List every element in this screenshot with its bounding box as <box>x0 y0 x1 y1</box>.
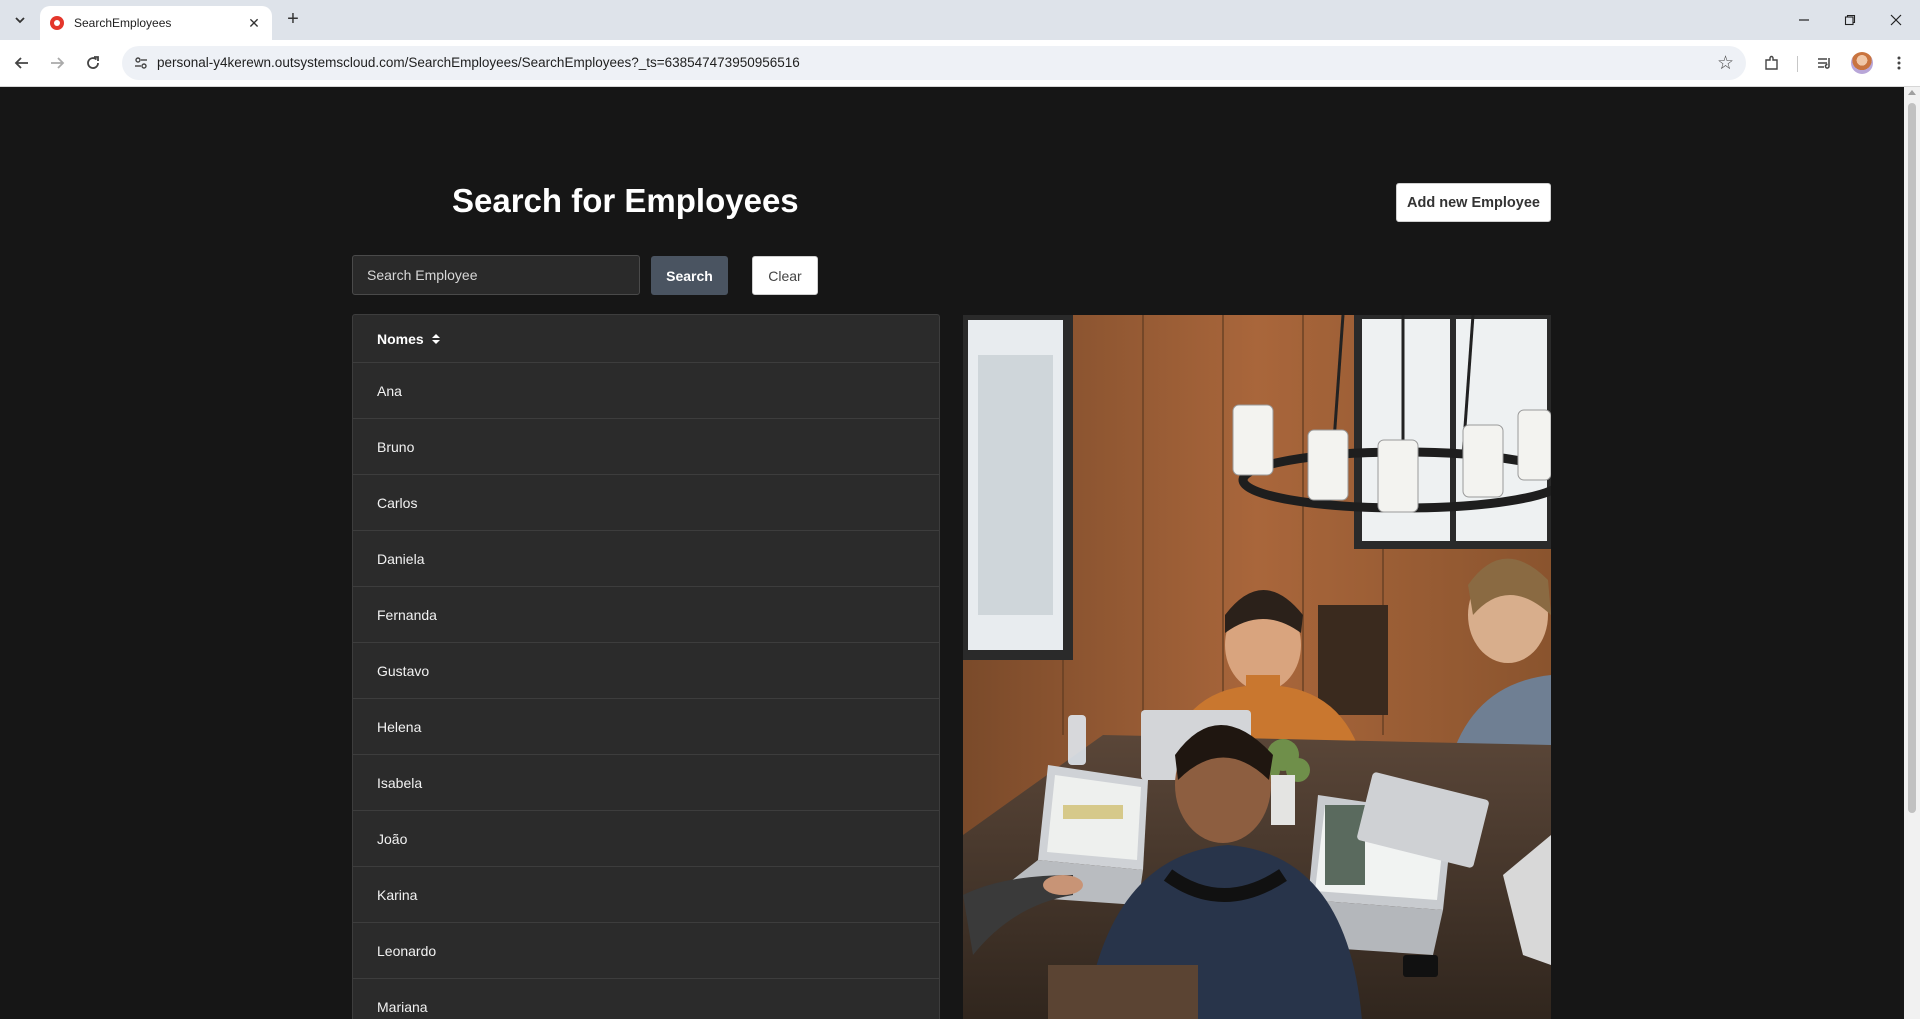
toolbar-separator <box>1797 56 1798 72</box>
sort-icon[interactable] <box>431 333 440 344</box>
table-row[interactable]: Carlos <box>353 475 939 531</box>
address-bar[interactable]: personal-y4kerewn.outsystemscloud.com/Se… <box>122 46 1746 80</box>
url-text[interactable]: personal-y4kerewn.outsystemscloud.com/Se… <box>157 55 800 70</box>
employees-table: Nomes Ana Bruno Carlos Daniela Fernanda … <box>352 314 940 1019</box>
office-team-photo <box>963 315 1551 1019</box>
browser-toolbar: personal-y4kerewn.outsystemscloud.com/Se… <box>0 40 1920 87</box>
table-row[interactable]: Karina <box>353 867 939 923</box>
browser-tab[interactable]: SearchEmployees ✕ <box>40 6 272 40</box>
scrollbar-thumb[interactable] <box>1908 103 1916 813</box>
table-row[interactable]: Fernanda <box>353 587 939 643</box>
media-controls-icon[interactable] <box>1813 51 1837 75</box>
site-settings-icon[interactable] <box>132 54 150 72</box>
table-row[interactable]: Gustavo <box>353 643 939 699</box>
table-row[interactable]: João <box>353 811 939 867</box>
bookmark-star-icon[interactable]: ☆ <box>1717 52 1734 75</box>
tab-search-chevron-icon[interactable] <box>8 8 32 32</box>
scroll-up-arrow-icon[interactable] <box>1908 90 1916 95</box>
close-tab-icon[interactable]: ✕ <box>246 15 262 31</box>
outsystems-favicon-icon <box>50 16 64 30</box>
search-input[interactable] <box>352 255 640 295</box>
column-header-nomes[interactable]: Nomes <box>377 331 424 347</box>
table-row[interactable]: Ana <box>353 363 939 419</box>
add-new-employee-button[interactable]: Add new Employee <box>1396 183 1551 222</box>
close-window-icon[interactable] <box>1884 8 1908 32</box>
clear-button[interactable]: Clear <box>752 256 818 295</box>
new-tab-plus-icon[interactable]: + <box>282 9 304 31</box>
table-row[interactable]: Bruno <box>353 419 939 475</box>
reload-icon[interactable] <box>80 50 106 76</box>
tab-title: SearchEmployees <box>74 16 172 30</box>
minimize-icon[interactable] <box>1792 8 1816 32</box>
table-row[interactable]: Isabela <box>353 755 939 811</box>
browser-tab-bar: SearchEmployees ✕ + <box>0 0 1920 40</box>
table-row[interactable]: Leonardo <box>353 923 939 979</box>
page-scrollbar[interactable] <box>1904 87 1920 1019</box>
page-title: Search for Employees <box>452 182 799 219</box>
back-arrow-icon[interactable] <box>9 50 35 76</box>
page-content: Search for Employees Add new Employee Se… <box>0 87 1904 1019</box>
search-button[interactable]: Search <box>651 256 728 295</box>
restore-icon[interactable] <box>1838 8 1862 32</box>
forward-arrow-icon[interactable] <box>44 50 70 76</box>
extensions-icon[interactable] <box>1760 51 1784 75</box>
table-header[interactable]: Nomes <box>353 315 939 363</box>
more-menu-icon[interactable] <box>1887 51 1911 75</box>
profile-avatar[interactable] <box>1851 52 1873 74</box>
table-row[interactable]: Mariana <box>353 979 939 1019</box>
table-row[interactable]: Daniela <box>353 531 939 587</box>
table-row[interactable]: Helena <box>353 699 939 755</box>
